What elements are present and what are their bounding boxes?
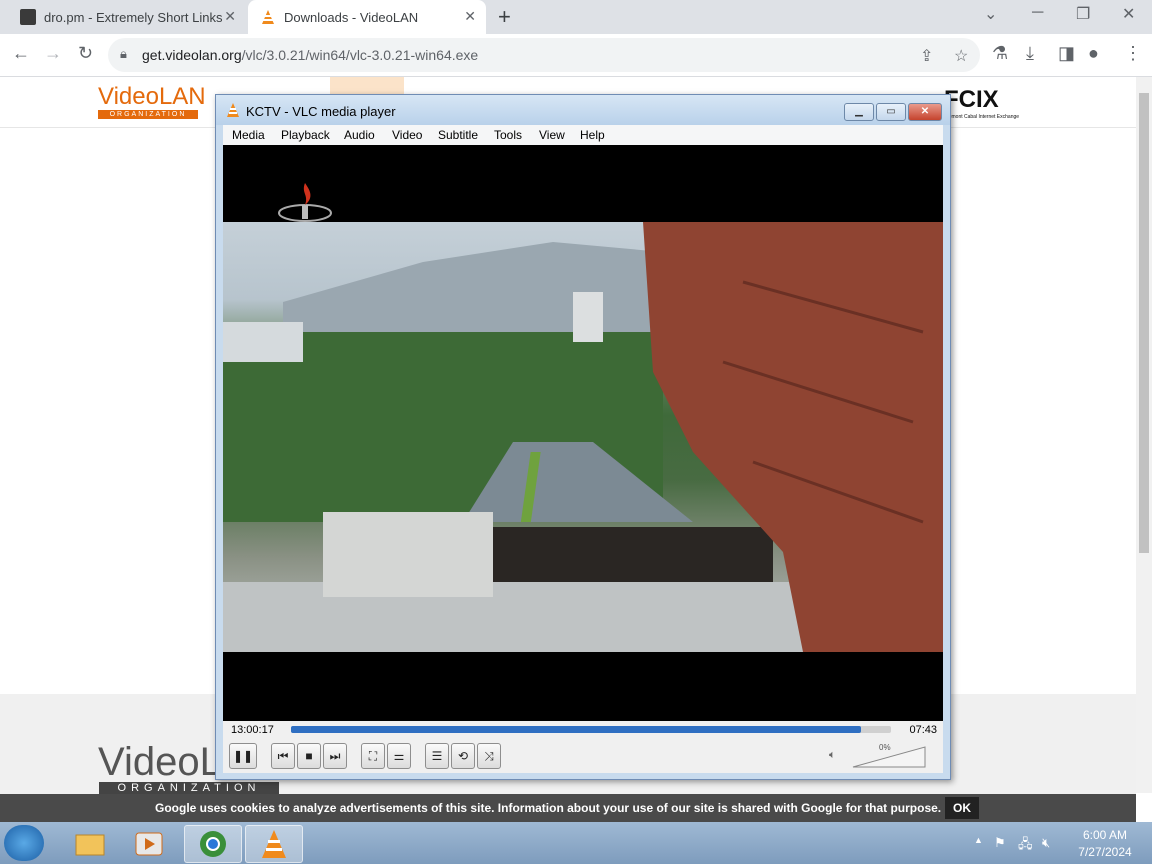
menu-help[interactable]: Help (580, 128, 605, 142)
tab-title: Downloads - VideoLAN (284, 9, 419, 25)
playlist-icon[interactable]: ☰ (425, 743, 449, 769)
forward-arrow-icon[interactable]: → (44, 43, 62, 64)
media-player-icon[interactable] (122, 825, 178, 861)
pause-icon[interactable]: ❚❚ (229, 743, 257, 769)
vlc-title-bar[interactable]: KCTV - VLC media player ▁ ▭ ✕ (216, 95, 950, 125)
volume-muted-icon[interactable]: 🔇︎ (1042, 835, 1050, 851)
explorer-folder-icon[interactable] (62, 825, 118, 861)
next-icon[interactable]: ⏭ (323, 743, 347, 769)
stop-icon[interactable]: ■ (297, 743, 321, 769)
network-icon[interactable]: 🖧︎ (1018, 835, 1033, 857)
speaker-muted-icon[interactable]: 🔈︎ (829, 749, 836, 762)
download-icon[interactable]: ⤓ (1026, 43, 1034, 64)
video-scene-illustration (223, 222, 943, 652)
elapsed-time: 13:00:17 (231, 724, 274, 736)
menu-playback[interactable]: Playback (281, 128, 330, 142)
vlc-controls: 13:00:17 07:43 ❚❚ ⏮ ■ ⏭ ⛶ ⚌ ☰ ⟲ ⤨ 🔈︎ 0% (223, 721, 943, 773)
cookie-message: Google uses cookies to analyze advertise… (155, 801, 942, 815)
vlc-minimize-button[interactable]: ▁ (844, 103, 874, 121)
start-orb-icon[interactable] (4, 825, 44, 861)
menu-kebab-icon[interactable]: ⋮ (1124, 43, 1142, 64)
page-scrollbar[interactable] (1136, 77, 1152, 793)
profile-avatar-icon[interactable]: ● (1088, 43, 1099, 64)
browser-toolbar: ← → ↻ 🔒︎ get.videolan.org/vlc/3.0.21/win… (0, 34, 1152, 77)
restore-icon[interactable]: ❐ (1076, 4, 1090, 24)
clock-time: 6:00 AM (1082, 828, 1128, 842)
lock-icon[interactable]: 🔒︎ (120, 46, 127, 62)
scrollbar-thumb[interactable] (1139, 93, 1149, 553)
menu-video[interactable]: Video (392, 128, 422, 142)
url-text[interactable]: get.videolan.org/vlc/3.0.21/win64/vlc-3.… (142, 47, 478, 63)
menu-tools[interactable]: Tools (494, 128, 522, 142)
cookie-banner: Google uses cookies to analyze advertise… (0, 794, 1136, 822)
close-tab-icon[interactable]: ✕ (224, 8, 236, 25)
vlc-window: KCTV - VLC media player ▁ ▭ ✕ Media Play… (215, 94, 951, 780)
seek-bar[interactable] (291, 726, 891, 733)
chrome-taskbar-icon[interactable] (184, 825, 242, 863)
cookie-ok-button[interactable]: OK (945, 797, 979, 819)
seek-progress (291, 726, 861, 733)
tab-dro-pm[interactable]: dro.pm - Extremely Short Links ✕ (8, 0, 246, 34)
fullscreen-icon[interactable]: ⛶ (361, 743, 385, 769)
vlc-maximize-button[interactable]: ▭ (876, 103, 906, 121)
menu-view[interactable]: View (539, 128, 565, 142)
show-hidden-icons-icon[interactable]: ▲ (974, 835, 983, 845)
reload-icon[interactable]: ↻ (78, 43, 93, 64)
share-icon[interactable]: ⇪ (920, 46, 933, 66)
channel-torch-logo (278, 183, 332, 222)
tab-search-chevron-icon[interactable]: ⌄ (984, 4, 997, 24)
videolan-logo[interactable]: VideoLAN ORGANIZATION (98, 84, 206, 120)
nav-highlight (330, 77, 404, 95)
loop-icon[interactable]: ⟲ (451, 743, 475, 769)
address-bar[interactable]: 🔒︎ get.videolan.org/vlc/3.0.21/win64/vlc… (108, 38, 980, 72)
vlc-cone-icon (226, 103, 240, 117)
taskbar-clock[interactable]: 6:00 AM 7/27/2024 (1066, 828, 1144, 859)
new-tab-plus-icon[interactable]: + (498, 4, 511, 30)
bookmark-star-icon[interactable]: ☆ (954, 46, 968, 66)
dro-favicon-icon (20, 9, 36, 25)
tab-title: dro.pm - Extremely Short Links (44, 9, 223, 25)
close-window-icon[interactable]: ✕ (1122, 4, 1135, 24)
minimize-icon[interactable]: ─ (1032, 4, 1043, 22)
tab-strip: dro.pm - Extremely Short Links ✕ Downloa… (0, 0, 1152, 34)
side-panel-icon[interactable]: ◨ (1058, 43, 1075, 64)
vlc-cone-icon (260, 9, 276, 25)
video-frame (223, 222, 943, 652)
close-tab-icon[interactable]: ✕ (464, 8, 476, 25)
menu-audio[interactable]: Audio (344, 128, 375, 142)
vlc-close-button[interactable]: ✕ (908, 103, 942, 121)
action-center-flag-icon[interactable]: ⚑ (994, 835, 1006, 851)
extension-flask-icon[interactable]: ⚗ (992, 43, 1008, 64)
footer-organization-label: ORGANIZATION (99, 782, 279, 794)
fcix-logo[interactable]: FCIX Fremont Cabal Internet Exchange (944, 86, 1019, 120)
vlc-menu-bar: Media Playback Audio Video Subtitle Tool… (223, 125, 943, 145)
vlc-taskbar-icon[interactable] (245, 825, 303, 863)
remaining-time[interactable]: 07:43 (909, 724, 937, 736)
windows-taskbar: ▲ ⚑ 🖧︎ 🔇︎ 6:00 AM 7/27/2024 (0, 822, 1152, 864)
back-arrow-icon[interactable]: ← (12, 43, 30, 64)
clock-date: 7/27/2024 (1078, 845, 1132, 859)
volume-slider[interactable]: 0% (843, 743, 933, 769)
previous-icon[interactable]: ⏮ (271, 743, 295, 769)
shuffle-icon[interactable]: ⤨ (477, 743, 501, 769)
extended-settings-icon[interactable]: ⚌ (387, 743, 411, 769)
menu-subtitle[interactable]: Subtitle (438, 128, 478, 142)
tab-downloads-videolan[interactable]: Downloads - VideoLAN ✕ (248, 0, 486, 34)
vlc-title: KCTV - VLC media player (246, 104, 396, 119)
video-area[interactable] (223, 145, 943, 721)
menu-media[interactable]: Media (232, 128, 265, 142)
